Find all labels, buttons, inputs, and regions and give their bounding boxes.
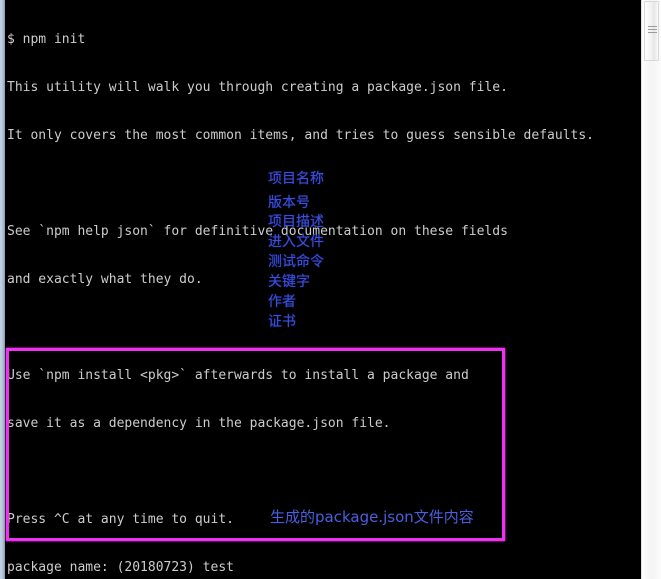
annotation-keywords: 关键字 (268, 274, 310, 290)
prompt-package-name: package name: (20180723) test (7, 560, 234, 575)
terminal-line: Use `npm install <pkg>` afterwards to in… (7, 368, 469, 383)
terminal-line: $ npm init (7, 32, 86, 47)
annotation-project-name: 项目名称 (268, 171, 324, 187)
annotation-author: 作者 (268, 294, 296, 310)
annotation-test-command: 测试命令 (268, 254, 324, 270)
scroll-grip-icon (648, 26, 657, 35)
terminal-line: This utility will walk you through creat… (7, 80, 508, 95)
terminal-window[interactable]: $ npm init This utility will walk you th… (0, 0, 641, 579)
terminal-line: and exactly what they do. (7, 272, 203, 287)
vertical-scrollbar[interactable] (641, 0, 661, 579)
window-left-edge (0, 0, 5, 579)
annotation-entry-file: 进入文件 (268, 234, 324, 250)
annotation-license: 证书 (268, 314, 296, 330)
annotation-description: 项目描述 (268, 214, 324, 230)
terminal-line: save it as a dependency in the package.j… (7, 416, 391, 431)
terminal-line: See `npm help json` for definitive docum… (7, 224, 508, 239)
scrollbar-track[interactable] (642, 0, 661, 579)
terminal-output: $ npm init This utility will walk you th… (7, 0, 641, 579)
scrollbar-thumb[interactable] (644, 1, 659, 61)
annotation-json-caption: 生成的package.json文件内容 (270, 508, 474, 526)
annotation-version-number: 版本号 (268, 195, 310, 211)
terminal-line: It only covers the most common items, an… (7, 128, 594, 143)
